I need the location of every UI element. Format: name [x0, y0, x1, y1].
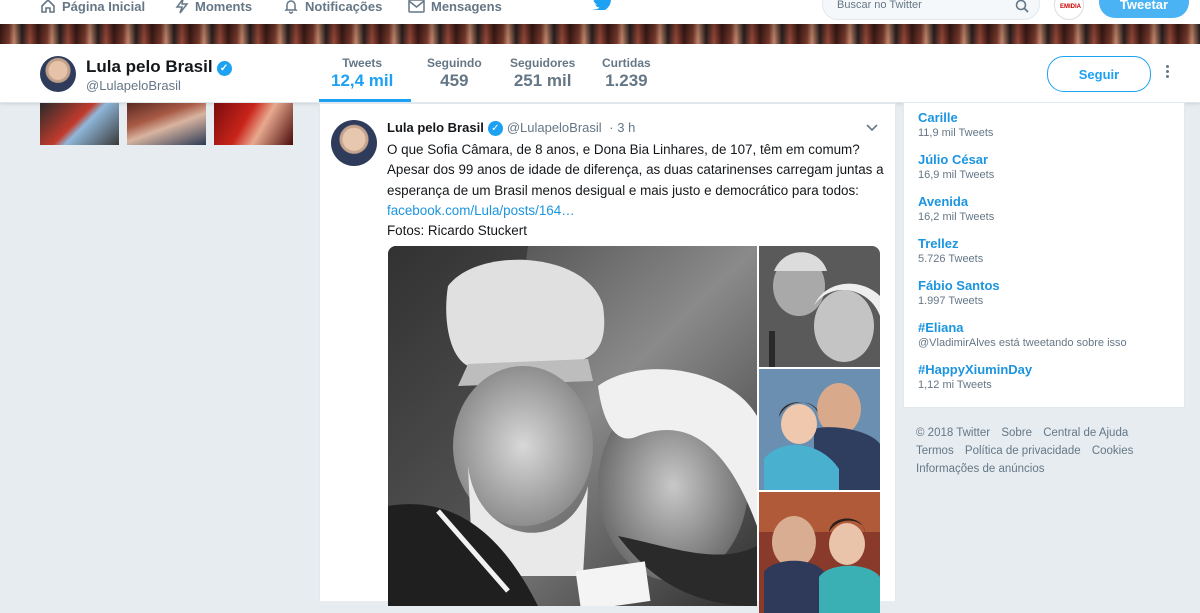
tweet-photo-tertiary[interactable] — [759, 369, 880, 490]
trend-name: Trellez — [918, 236, 959, 251]
search-icon[interactable] — [1015, 0, 1029, 13]
footer-link-terms[interactable]: Termos — [916, 445, 954, 457]
trend-name: Júlio César — [918, 152, 989, 167]
stat-tweets[interactable]: Tweets 12,4 mil — [331, 56, 393, 91]
trend-name: #Eliana — [918, 320, 964, 335]
nav-home[interactable]: Página Inicial — [40, 0, 145, 18]
trend-item[interactable]: Avenida 16,2 mil Tweets — [918, 194, 994, 223]
photo-main-image — [388, 246, 757, 606]
search-placeholder: Buscar no Twitter — [837, 0, 922, 11]
stat-followers-label: Seguidores — [510, 56, 576, 70]
photo-secondary-image — [759, 246, 880, 367]
profile-avatar[interactable] — [40, 56, 76, 92]
stat-following-value: 459 — [440, 71, 469, 90]
chevron-down-icon[interactable] — [866, 124, 878, 132]
trend-item[interactable]: Carille 11,9 mil Tweets — [918, 110, 993, 139]
trend-count: 16,9 mil Tweets — [918, 169, 995, 181]
footer-link-privacy[interactable]: Política de privacidade — [965, 445, 1081, 457]
search-input[interactable]: Buscar no Twitter — [822, 0, 1040, 20]
trend-item[interactable]: #Eliana @VladimirAlves está tweetando so… — [918, 320, 1127, 349]
bell-icon — [284, 0, 298, 14]
trend-item[interactable]: Fábio Santos 1.997 Tweets — [918, 278, 1000, 307]
tweet-photo-main[interactable] — [388, 246, 757, 606]
header-banner — [0, 24, 1200, 44]
trend-item[interactable]: Trellez 5.726 Tweets — [918, 236, 983, 265]
trend-count: 11,9 mil Tweets — [918, 127, 994, 139]
trend-count: 5.726 Tweets — [918, 253, 984, 265]
tweet-photo-credit: Fotos: Ricardo Stuckert — [387, 223, 527, 239]
footer-copyright: © 2018 Twitter — [916, 427, 991, 439]
stat-following[interactable]: Seguindo 459 — [427, 56, 482, 91]
tweet-photo-quaternary[interactable] — [759, 492, 880, 613]
tweet-text: O que Sofia Câmara, de 8 anos, e Dona Bi… — [387, 140, 887, 241]
nav-moments[interactable]: Moments — [175, 0, 252, 18]
stat-tweets-label: Tweets — [342, 56, 383, 70]
lightning-icon — [175, 0, 189, 14]
tweet-timestamp[interactable]: · 3 h — [609, 120, 635, 135]
media-thumbnail[interactable] — [40, 103, 119, 145]
footer-links: © 2018 Twitter Sobre Central de Ajuda Te… — [916, 424, 1186, 478]
tweet-button[interactable]: Tweetar — [1099, 0, 1189, 18]
footer-link-cookies[interactable]: Cookies — [1092, 445, 1134, 457]
stat-likes-label: Curtidas — [602, 56, 651, 70]
trend-count: @VladimirAlves está tweetando sobre isso — [918, 337, 1127, 349]
tweet-card[interactable]: Lula pelo Brasil ✓ @LulapeloBrasil · 3 h O… — [319, 103, 896, 613]
profile-nav-bar: Lula pelo Brasil ✓ @LulapeloBrasil Tweets… — [0, 44, 1200, 103]
trend-count: 1,12 mi Tweets — [918, 379, 992, 391]
profile-name[interactable]: Lula pelo Brasil ✓ — [86, 57, 232, 77]
tweet-author-avatar[interactable] — [331, 120, 377, 166]
media-thumbnail[interactable] — [214, 103, 293, 145]
verified-badge-icon: ✓ — [216, 61, 232, 76]
tweet-photo-secondary[interactable] — [759, 246, 880, 367]
footer-link-ads[interactable]: Informações de anúncios — [916, 463, 1045, 475]
verified-badge-icon: ✓ — [487, 121, 503, 136]
nav-messages-label: Mensagens — [431, 0, 502, 14]
footer-link-help[interactable]: Central de Ajuda — [1043, 427, 1128, 439]
stat-followers[interactable]: Seguidores 251 mil — [510, 56, 575, 91]
home-icon — [41, 0, 55, 13]
follow-button[interactable]: Seguir — [1047, 56, 1151, 92]
photo-quaternary-image — [759, 492, 880, 613]
trend-name: Avenida — [918, 194, 969, 209]
stat-tweets-value: 12,4 mil — [331, 71, 394, 90]
avatar-badge-text: EMIDIA — [1060, 4, 1081, 10]
top-navigation: Página Inicial Moments Notificações Mens… — [0, 0, 1200, 24]
nav-notifications-label: Notificações — [305, 0, 383, 14]
trend-count: 16,2 mil Tweets — [918, 211, 995, 223]
tweet-header: Lula pelo Brasil ✓ @LulapeloBrasil · 3 h — [387, 120, 635, 136]
tweet-text-line: O que Sofia Câmara, de 8 anos, e Dona Bi… — [387, 142, 860, 157]
twitter-bird-icon[interactable] — [592, 0, 614, 10]
trend-item[interactable]: Júlio César 16,9 mil Tweets — [918, 152, 994, 181]
profile-name-text: Lula pelo Brasil — [86, 57, 213, 76]
nav-moments-label: Moments — [195, 0, 253, 14]
tweet-author-handle[interactable]: @LulapeloBrasil — [507, 120, 602, 135]
trend-count: 1.997 Tweets — [918, 295, 984, 307]
stat-following-label: Seguindo — [427, 56, 482, 70]
photo-tertiary-image — [759, 369, 880, 490]
profile-handle[interactable]: @LulapeloBrasil — [86, 78, 181, 93]
envelope-icon — [408, 0, 425, 13]
trends-panel: Carille 11,9 mil Tweets Júlio César 16,9… — [903, 103, 1185, 408]
stat-likes-value: 1.239 — [605, 71, 648, 90]
stat-likes[interactable]: Curtidas 1.239 — [602, 56, 651, 91]
more-options-icon[interactable] — [1166, 65, 1169, 80]
nav-home-label: Página Inicial — [62, 0, 146, 14]
trend-name: Carille — [918, 110, 958, 125]
nav-notifications[interactable]: Notificações — [283, 0, 382, 18]
active-tab-indicator — [319, 99, 411, 102]
trend-item[interactable]: #HappyXiuminDay 1,12 mi Tweets — [918, 362, 1032, 391]
tweet-link[interactable]: facebook.com/Lula/posts/164… — [387, 201, 887, 221]
tweet-text-line: Apesar dos 99 anos de idade de diferença… — [387, 162, 884, 178]
trend-name: Fábio Santos — [918, 278, 1000, 293]
tweet-text-line: esperança de um Brasil menos desigual e … — [387, 182, 859, 198]
nav-messages[interactable]: Mensagens — [408, 0, 502, 18]
media-thumbnail[interactable] — [127, 103, 206, 145]
user-avatar[interactable]: EMIDIA — [1054, 0, 1084, 20]
tweet-author-name[interactable]: Lula pelo Brasil — [387, 120, 484, 135]
trend-name: #HappyXiuminDay — [918, 362, 1033, 377]
footer-link-about[interactable]: Sobre — [1001, 427, 1032, 439]
stat-followers-value: 251 mil — [513, 71, 572, 90]
